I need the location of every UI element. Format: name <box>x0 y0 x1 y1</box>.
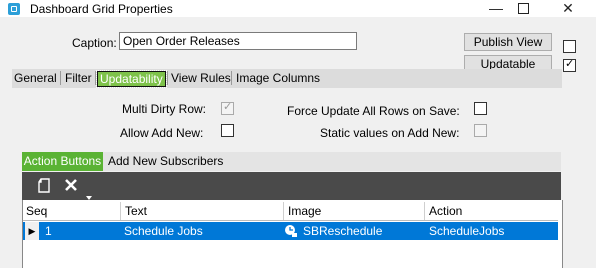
allow-add-new-checkbox[interactable] <box>221 124 234 137</box>
dropdown-arrow-icon[interactable] <box>86 189 92 200</box>
checkmark-icon: ✓ <box>223 101 233 113</box>
tab-action-buttons[interactable]: Action Buttons <box>22 152 103 171</box>
publish-view-checkbox[interactable] <box>563 40 576 53</box>
row-indicator-icon: ▶ <box>25 222 39 240</box>
static-values-checkbox[interactable] <box>474 124 487 137</box>
column-divider <box>424 202 425 220</box>
new-icon[interactable] <box>38 178 50 193</box>
header-divider <box>23 220 558 221</box>
cell-seq: 1 <box>45 224 52 238</box>
table-row[interactable]: ▶ 1 Schedule Jobs SBReschedule ScheduleJ… <box>23 222 558 240</box>
window-title: Dashboard Grid Properties <box>30 2 173 16</box>
column-divider <box>120 202 121 220</box>
caption-input[interactable] <box>119 32 357 50</box>
cell-action: ScheduleJobs <box>429 224 505 238</box>
tab-updatability[interactable]: Updatability <box>96 70 167 88</box>
column-header-action[interactable]: Action <box>429 202 463 220</box>
column-divider <box>283 202 284 220</box>
cell-image: SBReschedule <box>303 224 383 238</box>
tab-separator <box>60 71 61 85</box>
tab-image-columns[interactable]: Image Columns <box>236 71 320 85</box>
app-icon <box>8 3 20 15</box>
tab-add-new-subscribers[interactable]: Add New Subscribers <box>108 152 223 171</box>
tab-separator <box>167 71 168 85</box>
multi-dirty-row-label: Multi Dirty Row: <box>122 102 207 116</box>
tab-separator <box>231 71 232 85</box>
column-header-image[interactable]: Image <box>288 202 322 220</box>
multi-dirty-row-checkbox[interactable]: ✓ <box>221 101 234 115</box>
cell-text: Schedule Jobs <box>124 224 203 238</box>
tab-separator <box>95 71 96 85</box>
tab-view-rules[interactable]: View Rules <box>171 71 231 85</box>
tab-filter[interactable]: Filter <box>65 71 92 85</box>
publish-view-button[interactable]: Publish View <box>464 33 552 51</box>
caption-label: Caption: <box>72 36 117 50</box>
maximize-icon[interactable] <box>503 0 543 17</box>
reschedule-image-icon <box>284 224 298 243</box>
column-header-text[interactable]: Text <box>125 202 148 220</box>
column-header-seq[interactable]: Seq <box>26 202 48 220</box>
close-icon[interactable]: ✕ <box>548 0 588 17</box>
delete-icon[interactable] <box>64 178 78 192</box>
force-update-checkbox[interactable] <box>474 102 487 115</box>
static-values-label: Static values on Add New: <box>320 126 460 140</box>
allow-add-new-label: Allow Add New: <box>120 126 204 140</box>
grid-toolbar <box>22 172 561 200</box>
force-update-label: Force Update All Rows on Save: <box>287 104 460 118</box>
updatable-checkbox[interactable]: ✓ <box>563 58 576 72</box>
tab-general[interactable]: General <box>14 71 57 85</box>
checkmark-icon: ✓ <box>565 58 575 70</box>
